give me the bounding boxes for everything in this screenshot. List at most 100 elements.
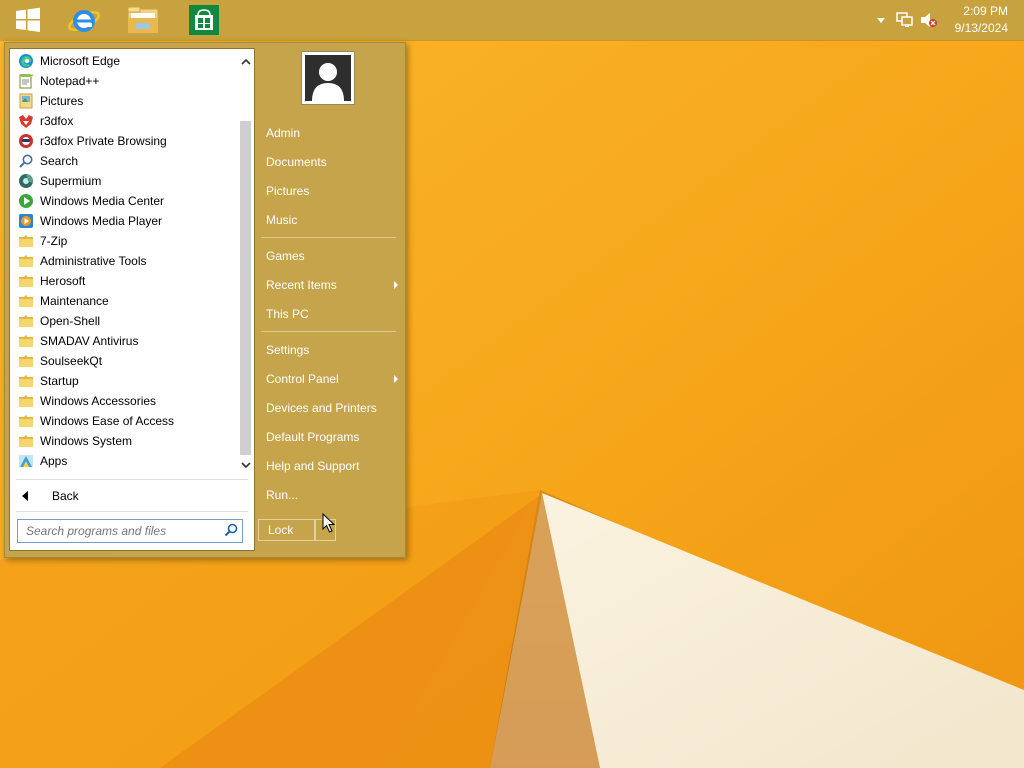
folder-icon: [18, 233, 34, 249]
program-item[interactable]: Windows Accessories: [10, 391, 236, 411]
clock-date: 9/13/2024: [954, 21, 1008, 35]
program-item[interactable]: Windows Ease of Access: [10, 411, 236, 431]
start-place-label: This PC: [266, 307, 309, 321]
lock-button[interactable]: Lock: [258, 519, 315, 541]
taskbar-clock[interactable]: 2:09 PM 9/13/2024: [938, 3, 1008, 37]
program-item[interactable]: Pictures: [10, 91, 236, 111]
start-place-control-panel[interactable]: Control Panel: [263, 367, 402, 391]
submenu-arrow-icon: [394, 375, 398, 383]
r3dfox-icon: [18, 113, 34, 129]
start-place-label: Run...: [266, 488, 299, 502]
start-menu-programs-pane: Microsoft Edge Notepad++ Pictures r3dfox r3d…: [9, 48, 255, 551]
start-place-settings[interactable]: Settings: [263, 338, 402, 362]
network-icon: [896, 12, 913, 27]
start-place-help-and-support[interactable]: Help and Support: [263, 454, 402, 478]
program-item[interactable]: Maintenance: [10, 291, 236, 311]
start-place-recent-items[interactable]: Recent Items: [263, 273, 402, 297]
program-label: Windows Ease of Access: [40, 414, 175, 428]
start-place-this-pc[interactable]: This PC: [263, 302, 402, 326]
start-place-games[interactable]: Games: [263, 244, 402, 268]
edge-icon: [18, 53, 34, 69]
store-icon: [189, 5, 219, 35]
start-place-devices-and-printers[interactable]: Devices and Printers: [263, 396, 402, 420]
program-item[interactable]: Open-Shell: [10, 311, 236, 331]
start-place-label: Control Panel: [266, 372, 339, 386]
taskbar: 2:09 PM 9/13/2024: [0, 0, 1024, 40]
chevron-up-icon: [877, 18, 885, 23]
program-item[interactable]: Windows System: [10, 431, 236, 451]
program-list-scrollbar[interactable]: [238, 51, 253, 475]
program-label: Notepad++: [40, 74, 100, 88]
program-item[interactable]: Microsoft Edge: [10, 51, 236, 71]
program-item[interactable]: Herosoft: [10, 271, 236, 291]
user-avatar[interactable]: [301, 51, 355, 105]
program-label: Herosoft: [40, 274, 86, 288]
mouse-cursor-icon: [322, 513, 336, 533]
tray-network-button[interactable]: [894, 0, 916, 40]
clock-time: 2:09 PM: [963, 4, 1008, 18]
program-item[interactable]: r3dfox: [10, 111, 236, 131]
program-item[interactable]: r3dfox Private Browsing: [10, 131, 236, 151]
program-item[interactable]: Search: [10, 151, 236, 171]
program-item[interactable]: Apps: [10, 451, 236, 471]
folder-icon: [18, 393, 34, 409]
back-label: Back: [52, 489, 79, 503]
program-label: 7-Zip: [40, 234, 68, 248]
start-place-label: Settings: [266, 343, 310, 357]
start-place-music[interactable]: Music: [263, 208, 402, 232]
program-item[interactable]: Notepad++: [10, 71, 236, 91]
program-item[interactable]: Windows Media Center: [10, 191, 236, 211]
start-place-label: Music: [266, 213, 298, 227]
program-label: Search: [40, 154, 79, 168]
notepad-plus-plus-icon: [18, 73, 34, 89]
folder-icon: [18, 353, 34, 369]
start-place-documents[interactable]: Documents: [263, 150, 402, 174]
program-item[interactable]: 7-Zip: [10, 231, 236, 251]
folder-icon: [18, 433, 34, 449]
folder-icon: [18, 413, 34, 429]
folder-icon: [18, 293, 34, 309]
search-icon[interactable]: [224, 523, 238, 537]
file-explorer-icon: [127, 6, 159, 34]
program-label: Windows Media Center: [40, 194, 165, 208]
program-item[interactable]: Windows Media Player: [10, 211, 236, 231]
program-item[interactable]: SoulseekQt: [10, 351, 236, 371]
taskbar-internet-explorer[interactable]: [56, 0, 112, 40]
search-box[interactable]: [17, 519, 243, 543]
search-input[interactable]: [24, 523, 224, 539]
scrollbar-thumb[interactable]: [240, 121, 251, 455]
program-item[interactable]: Startup: [10, 371, 236, 391]
start-place-label: Default Programs: [266, 430, 360, 444]
program-list: Microsoft Edge Notepad++ Pictures r3dfox r3d…: [10, 51, 236, 477]
program-item[interactable]: Supermium: [10, 171, 236, 191]
scroll-down-arrow-icon[interactable]: [238, 457, 253, 473]
program-item[interactable]: SMADAV Antivirus: [10, 331, 236, 351]
program-label: Windows System: [40, 434, 133, 448]
tray-overflow-button[interactable]: [874, 0, 888, 40]
folder-icon: [18, 373, 34, 389]
start-place-default-programs[interactable]: Default Programs: [263, 425, 402, 449]
taskbar-store[interactable]: [176, 0, 232, 40]
folder-icon: [18, 333, 34, 349]
user-icon: [312, 63, 344, 101]
volume-muted-icon: [921, 13, 937, 27]
start-place-label: Devices and Printers: [266, 401, 377, 415]
program-item[interactable]: Administrative Tools: [10, 251, 236, 271]
start-place-run[interactable]: Run...: [263, 483, 402, 507]
program-label: Maintenance: [40, 294, 109, 308]
program-label: Open-Shell: [40, 314, 101, 328]
search-icon: [18, 153, 34, 169]
start-place-pictures[interactable]: Pictures: [263, 179, 402, 203]
tray-volume-button[interactable]: [918, 0, 940, 40]
program-label: Windows Media Player: [40, 214, 163, 228]
start-button[interactable]: [0, 0, 56, 40]
back-button[interactable]: Back: [16, 485, 216, 507]
program-label: Supermium: [40, 174, 102, 188]
taskbar-file-explorer[interactable]: [115, 0, 171, 40]
folder-icon: [18, 253, 34, 269]
scroll-up-arrow-icon[interactable]: [238, 53, 253, 69]
start-place-admin[interactable]: Admin: [263, 121, 402, 145]
program-label: Microsoft Edge: [40, 54, 121, 68]
start-place-label: Recent Items: [266, 278, 337, 292]
start-place-label: Documents: [266, 155, 327, 169]
